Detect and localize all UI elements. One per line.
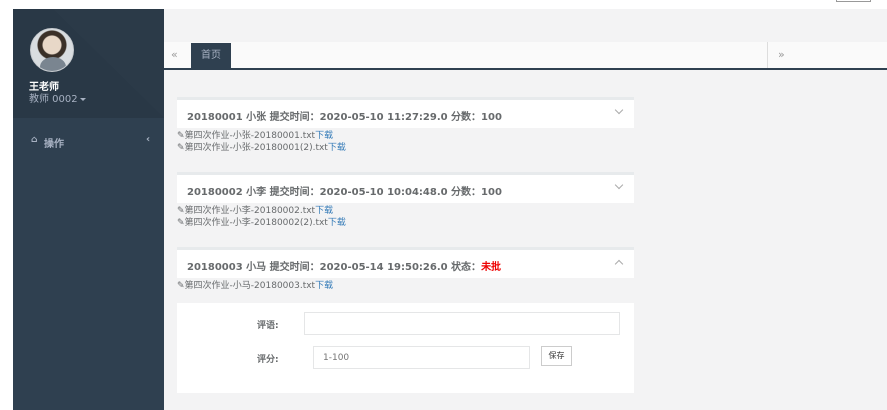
file-item: ✎第四次作业-小张-20180001(2).txt下载 [177, 142, 634, 154]
submission-header[interactable]: 20180002 小李 提交时间：2020-05-10 10:04:48.0 分… [177, 175, 634, 203]
score-input[interactable] [313, 346, 530, 369]
submission-card: 20180003 小马 提交时间：2020-05-14 19:50:26.0 状… [177, 247, 634, 278]
file-list: ✎第四次作业-小马-20180003.txt下载 [177, 280, 634, 292]
grading-form: 评语: 评分: 保存 [177, 303, 634, 393]
download-link[interactable]: 下载 [328, 218, 346, 228]
submission-title: 20180001 小张 提交时间：2020-05-10 11:27:29.0 分… [187, 112, 502, 123]
file-name: ✎第四次作业-小李-20180002.txt [177, 206, 316, 216]
profile-role-dropdown[interactable]: 教师 0002 [29, 90, 86, 105]
file-name: ✎第四次作业-小张-20180001.txt [177, 131, 316, 141]
download-link[interactable]: 下载 [315, 206, 333, 216]
submission-card: 20180002 小李 提交时间：2020-05-10 10:04:48.0 分… [177, 172, 634, 203]
submission-title: 20180002 小李 提交时间：2020-05-10 10:04:48.0 分… [187, 187, 502, 198]
score-label: 评分: [257, 355, 279, 365]
tab-bar: « 首页 » [164, 42, 887, 70]
file-name: ✎第四次作业-小马-20180003.txt [177, 281, 316, 291]
app-frame: 王老师 教师 0002 ⌂ 操作 ‹ « 首页 » 20180001 小张 提交… [13, 0, 887, 410]
save-button[interactable]: 保存 [541, 346, 572, 366]
chevron-left-icon: ‹ [146, 134, 151, 145]
comment-input[interactable] [304, 312, 620, 335]
caret-down-icon [79, 97, 86, 101]
submission-title-text: 20180003 小马 提交时间：2020-05-14 19:50:26.0 状… [187, 262, 482, 273]
tab-scroll-left-button[interactable]: « [171, 48, 178, 61]
profile-role: 教师 0002 [29, 94, 78, 105]
download-link[interactable]: 下载 [315, 131, 333, 141]
download-link[interactable]: 下载 [315, 281, 333, 291]
chevron-down-icon[interactable] [614, 105, 624, 115]
corner-box [836, 0, 871, 2]
avatar[interactable] [30, 28, 74, 72]
submission-header[interactable]: 20180003 小马 提交时间：2020-05-14 19:50:26.0 状… [177, 250, 634, 278]
submission-card: 20180001 小张 提交时间：2020-05-10 11:27:29.0 分… [177, 97, 634, 128]
file-list: ✎第四次作业-小张-20180001.txt下载 ✎第四次作业-小张-20180… [177, 130, 634, 154]
sidebar-item-label: 操作 [44, 139, 64, 150]
home-icon: ⌂ [31, 135, 38, 145]
submission-title: 20180003 小马 提交时间：2020-05-14 19:50:26.0 状… [187, 258, 501, 273]
top-bar [164, 9, 887, 42]
file-item: ✎第四次作业-小马-20180003.txt下载 [177, 280, 634, 292]
comment-label: 评语: [257, 321, 279, 331]
sidebar-item-operations[interactable]: ⌂ 操作 ‹ [13, 130, 164, 152]
chevron-up-icon[interactable] [614, 259, 624, 269]
file-name: ✎第四次作业-小李-20180002(2).txt [177, 218, 328, 228]
submission-header[interactable]: 20180001 小张 提交时间：2020-05-10 11:27:29.0 分… [177, 100, 634, 128]
profile-panel: 王老师 教师 0002 [13, 9, 164, 118]
tab-scroll-right-button[interactable]: » [778, 48, 785, 61]
file-item: ✎第四次作业-小李-20180002.txt下载 [177, 205, 634, 217]
download-link[interactable]: 下载 [328, 143, 346, 153]
sidebar: 王老师 教师 0002 ⌂ 操作 ‹ [13, 9, 164, 410]
file-item: ✎第四次作业-小李-20180002(2).txt下载 [177, 217, 634, 229]
tab-home[interactable]: 首页 [191, 43, 231, 69]
tab-divider [767, 42, 768, 68]
chevron-down-icon[interactable] [614, 180, 624, 190]
status-badge: 未批 [481, 262, 502, 273]
file-item: ✎第四次作业-小张-20180001.txt下载 [177, 130, 634, 142]
file-list: ✎第四次作业-小李-20180002.txt下载 ✎第四次作业-小李-20180… [177, 205, 634, 229]
file-name: ✎第四次作业-小张-20180001(2).txt [177, 143, 328, 153]
